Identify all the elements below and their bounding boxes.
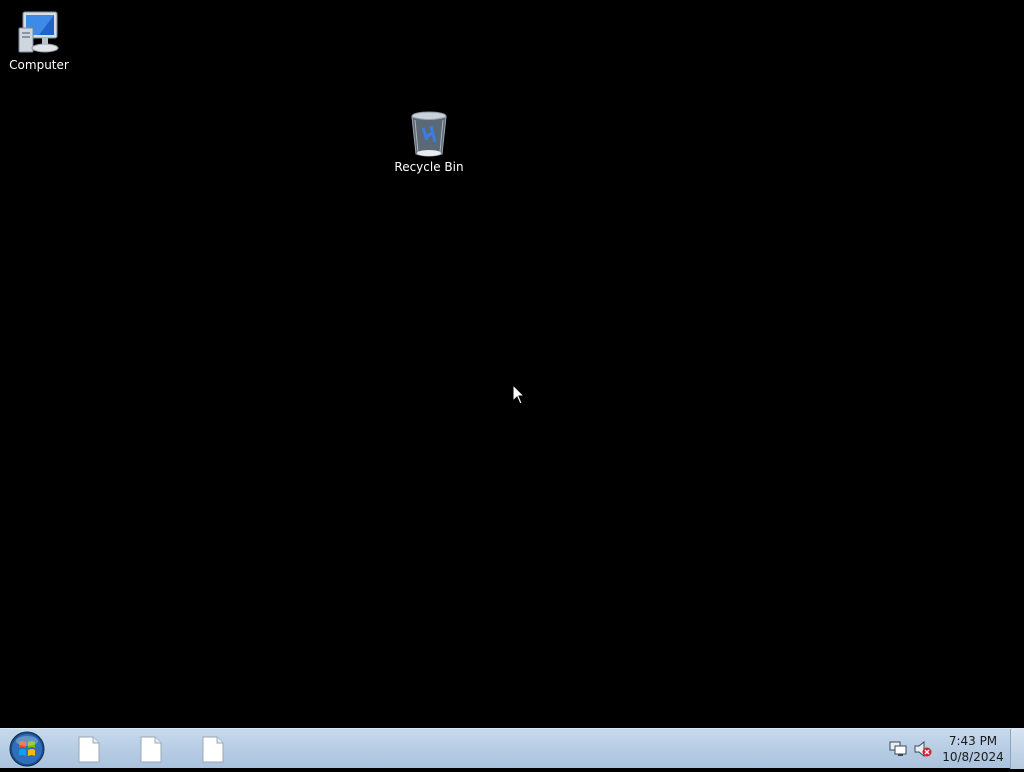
- recycle-bin-icon: [411, 111, 447, 157]
- desktop-icon-recycle-bin[interactable]: Recycle Bin: [391, 110, 467, 174]
- tray-volume[interactable]: [914, 740, 932, 758]
- taskbar-item-document[interactable]: [62, 733, 116, 765]
- desktop[interactable]: Computer Recycle Bin: [0, 0, 1024, 728]
- clock-date: 10/8/2024: [942, 750, 1004, 764]
- document-icon: [202, 736, 224, 763]
- desktop-icon-computer[interactable]: Computer: [1, 8, 77, 72]
- tray-network[interactable]: [889, 741, 907, 757]
- start-button[interactable]: [6, 730, 48, 768]
- desktop-icon-label: Recycle Bin: [394, 160, 464, 174]
- clock-time: 7:43 PM: [948, 734, 998, 748]
- document-icon: [78, 736, 100, 763]
- taskbar-item-document[interactable]: [124, 733, 178, 765]
- network-icon: [889, 741, 907, 756]
- taskbar: 7:43 PM 10/8/2024: [0, 728, 1024, 769]
- taskbar-item-document[interactable]: [186, 733, 240, 765]
- windows-start-orb-icon: [9, 731, 45, 767]
- computer-icon: [18, 11, 59, 53]
- show-desktop-button[interactable]: [1010, 729, 1024, 769]
- mouse-cursor-icon: [512, 384, 526, 405]
- document-icon: [140, 736, 162, 763]
- desktop-icon-label: Computer: [9, 58, 69, 72]
- volume-muted-icon: [914, 740, 932, 758]
- taskbar-clock[interactable]: 7:43 PM 10/8/2024: [940, 733, 1006, 765]
